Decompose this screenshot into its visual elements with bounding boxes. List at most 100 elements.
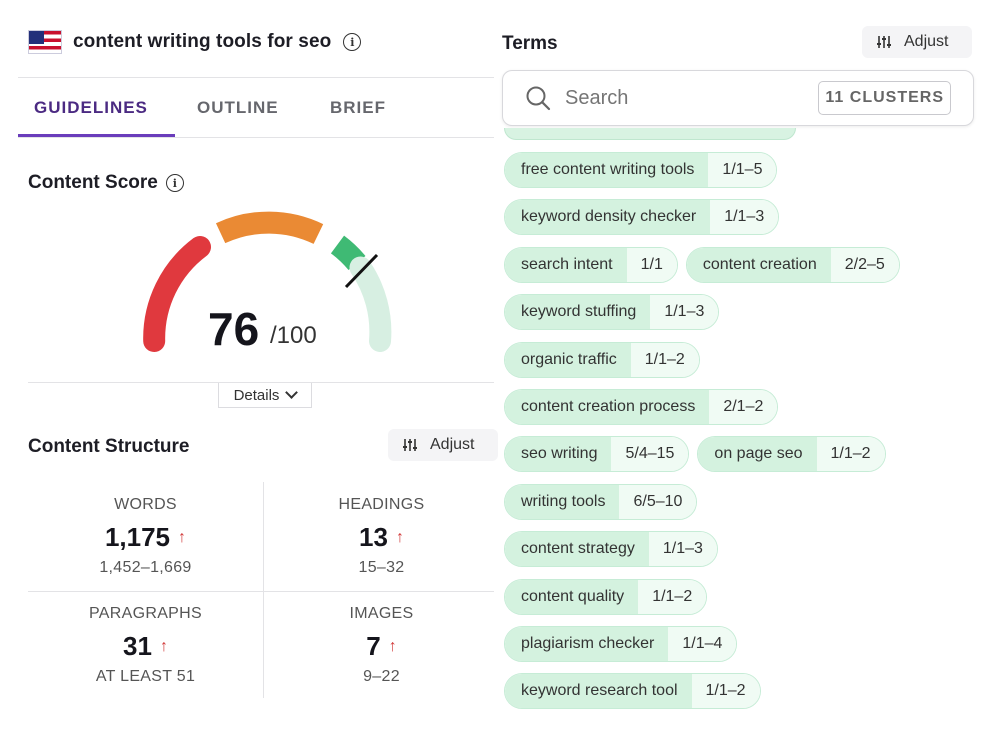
chevron-down-icon <box>285 386 299 399</box>
metric-value: 1,175 <box>104 522 171 552</box>
term-chip[interactable]: organic traffic 1/1–2 <box>504 341 700 378</box>
term-label: keyword density checker <box>505 200 711 235</box>
term-chip[interactable]: content strategy 1/1–3 <box>504 531 718 568</box>
term-count: 1/1–5 <box>708 153 777 187</box>
metric-label: PARAGRAPHS <box>89 605 202 622</box>
term-count: 2/2–5 <box>830 247 899 282</box>
term-chip[interactable]: writing tools 6/5–10 <box>504 483 698 520</box>
term-label: organic traffic <box>505 342 631 377</box>
structure-adjust-button[interactable]: Adjust <box>388 429 498 461</box>
metric-words: WORDS 1,175 ↑ 1,452–1,669 <box>28 496 263 577</box>
term-chip[interactable]: on page seo 1/1–2 <box>697 436 886 473</box>
term-count: 2/1–2 <box>709 390 778 424</box>
term-label: writing tools <box>505 484 620 519</box>
term-row: keyword density checker 1/1–3 <box>504 199 787 236</box>
term-chip[interactable]: content quality 1/1–2 <box>504 578 708 615</box>
term-row: keyword stuffing 1/1–3 <box>504 294 727 331</box>
term-label: search intent <box>505 247 627 282</box>
term-row: keyword research tool 1/1–2 <box>504 673 769 710</box>
search-icon <box>526 86 551 111</box>
metric-label: WORDS <box>114 496 177 513</box>
term-count: 5/4–15 <box>611 437 689 472</box>
metric-range: AT LEAST 51 <box>95 668 196 685</box>
score-max: /100 <box>270 322 317 349</box>
term-row: search intent 1/1 content creation 2/2–5 <box>504 246 908 283</box>
terms-title: Terms <box>502 33 558 54</box>
info-icon[interactable]: i <box>165 174 184 192</box>
term-chip[interactable]: keyword density checker 1/1–3 <box>504 199 780 236</box>
arrow-up-icon: ↑ <box>388 637 397 655</box>
adjust-label: Adjust <box>430 436 475 453</box>
terms-search-box: 11 CLUSTERS <box>502 70 974 126</box>
content-score-gauge <box>143 211 392 352</box>
term-row: content strategy 1/1–3 <box>504 531 726 568</box>
search-input[interactable] <box>565 86 795 110</box>
adjust-label: Adjust <box>904 33 949 50</box>
metric-headings: HEADINGS 13 ↑ 15–32 <box>264 496 499 577</box>
gauge-segment-low <box>143 236 211 352</box>
term-chip[interactable]: plagiarism checker 1/1–4 <box>504 626 738 662</box>
term-count: 1/1–3 <box>650 295 719 330</box>
term-count: 1/1 <box>626 247 677 282</box>
divider <box>28 591 494 592</box>
active-tab-indicator <box>18 134 175 137</box>
sliders-icon <box>403 439 417 451</box>
terms-adjust-button[interactable]: Adjust <box>862 26 972 58</box>
term-label: keyword stuffing <box>505 295 651 330</box>
content-score-heading: Content Score i <box>28 172 184 194</box>
term-count: 1/1–3 <box>710 200 779 235</box>
term-row: free content writing tools 1/1–5 <box>504 152 785 188</box>
arrow-up-icon: ↑ <box>159 637 168 655</box>
term-chip[interactable]: content creation 2/2–5 <box>685 246 900 283</box>
term-chip[interactable]: search intent 1/1 <box>504 246 678 283</box>
term-chip[interactable]: keyword stuffing 1/1–3 <box>504 294 720 331</box>
metric-range: 15–32 <box>358 559 405 576</box>
term-label: content strategy <box>505 532 649 567</box>
gauge-segment-mid <box>215 211 324 245</box>
term-count: 6/5–10 <box>619 484 697 519</box>
terms-panel: Terms Adjust 11 CLUSTERS free content wr… <box>500 0 1000 735</box>
term-row: seo writing 5/4–15 on page seo 1/1–2 <box>504 436 894 473</box>
term-chip[interactable]: free content writing tools 1/1–5 <box>504 152 778 188</box>
tab-guidelines[interactable]: GUIDELINES <box>34 98 148 118</box>
term-chip[interactable]: keyword research tool 1/1–2 <box>504 673 761 710</box>
tab-outline[interactable]: OUTLINE <box>197 98 279 118</box>
metric-value: 13 <box>359 522 388 552</box>
term-chip[interactable]: seo writing 5/4–15 <box>504 436 690 473</box>
keyword-header: content writing tools for seo i <box>28 30 362 54</box>
info-icon[interactable]: i <box>343 33 362 51</box>
metric-value-row: 13 ↑ <box>359 522 404 553</box>
metric-range: 1,452–1,669 <box>99 559 192 576</box>
term-label: keyword research tool <box>505 674 692 709</box>
term-chip[interactable] <box>504 128 796 140</box>
metric-paragraphs: PARAGRAPHS 31 ↑ AT LEAST 51 <box>28 605 263 686</box>
term-label: on page seo <box>698 437 817 472</box>
metric-value-row: 31 ↑ <box>123 631 168 662</box>
content-structure-title: Content Structure <box>28 436 190 457</box>
term-count: 1/1–2 <box>630 342 699 377</box>
us-flag-icon <box>28 30 62 54</box>
term-label: content creation <box>686 247 831 282</box>
terms-list: free content writing tools 1/1–5 keyword d… <box>504 128 984 718</box>
term-count: 1/1–2 <box>816 437 885 472</box>
metric-value: 31 <box>123 631 152 661</box>
tab-bar: GUIDELINES OUTLINE BRIEF <box>18 78 494 138</box>
content-score-title: Content Score <box>28 172 158 193</box>
term-row: content creation process 2/1–2 <box>504 389 786 425</box>
score-value: 76 <box>208 303 260 355</box>
clusters-button[interactable]: 11 CLUSTERS <box>818 81 951 115</box>
details-button[interactable]: Details <box>218 383 312 408</box>
metric-value-row: 7 ↑ <box>366 631 396 662</box>
gauge-track <box>349 256 392 352</box>
guidelines-panel: content writing tools for seo i GUIDELIN… <box>18 0 498 735</box>
term-count: 1/1–2 <box>691 674 760 709</box>
metric-value: 7 <box>366 631 381 661</box>
term-label: plagiarism checker <box>505 627 669 661</box>
term-count: 1/1–2 <box>638 579 707 614</box>
term-label: content quality <box>505 579 639 614</box>
tab-brief[interactable]: BRIEF <box>330 98 386 118</box>
term-label: seo writing <box>505 437 612 472</box>
term-row: content quality 1/1–2 <box>504 578 715 615</box>
term-chip[interactable]: content creation process 2/1–2 <box>504 389 779 425</box>
term-row: organic traffic 1/1–2 <box>504 341 708 378</box>
